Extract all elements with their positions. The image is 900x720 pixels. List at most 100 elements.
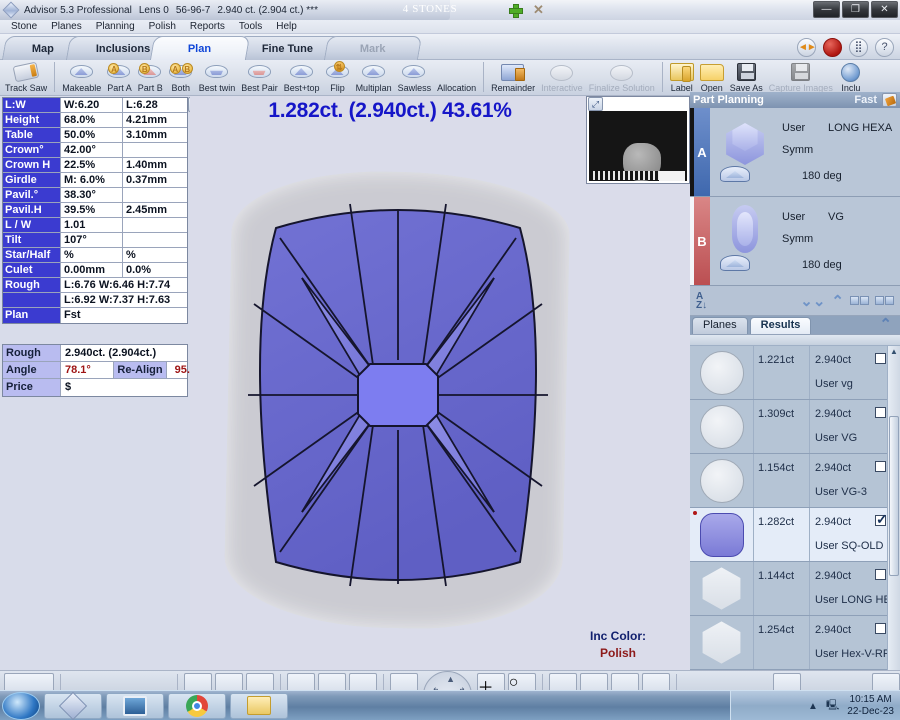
tab-results[interactable]: Results xyxy=(749,317,812,334)
list-item[interactable]: 1.154ct 2.940ct User VG-3 xyxy=(690,454,900,508)
toolbar-best-pair[interactable]: Best Pair xyxy=(238,60,281,96)
result-checkbox[interactable] xyxy=(875,511,888,528)
table-row[interactable]: Height 68.0% 4.21mm xyxy=(3,113,187,128)
clock-time: 10:15 AM xyxy=(849,694,892,705)
toolbar-capture-images[interactable]: Capture Images xyxy=(766,60,836,96)
scrollbar-thumb[interactable] xyxy=(889,416,899,576)
table-row[interactable]: Crown° 42.00° xyxy=(3,143,187,158)
table-row[interactable]: Crown H 22.5% 1.40mm xyxy=(3,158,187,173)
table-row[interactable]: Plan Fst xyxy=(3,308,187,323)
table-row[interactable]: L / W 1.01 xyxy=(3,218,187,233)
maximize-button[interactable]: ❐ xyxy=(842,1,869,18)
taskbar-advisor[interactable] xyxy=(44,691,102,720)
table-row[interactable]: L:6.92 W:7.37 H:7.63 xyxy=(3,293,187,308)
table-row[interactable]: L:W W:6.20 L:6.28 xyxy=(3,98,187,113)
results-sortbar: A Z↓ ⌄⌄ ⌃ xyxy=(690,286,900,316)
record-button[interactable] xyxy=(823,38,842,57)
windows-start-icon[interactable] xyxy=(2,691,40,720)
taskbar-explorer[interactable] xyxy=(230,692,288,719)
menu-item-planning[interactable]: Planning xyxy=(89,20,142,33)
close-button[interactable]: ✕ xyxy=(871,1,898,18)
toolbar-part-b[interactable]: B Part B xyxy=(135,60,166,96)
result-checkbox[interactable] xyxy=(875,569,886,580)
tab-planes[interactable]: Planes xyxy=(692,317,748,334)
toolbar-finalize-label: Finalize Solution xyxy=(588,83,655,93)
part-planning-row-b[interactable]: B User VG Symm 180 deg xyxy=(690,197,900,286)
menu-item-polish[interactable]: Polish xyxy=(142,20,183,33)
gem-3d-viewport[interactable]: 1.282ct. (2.940ct.) 43.61% Inc Color: Po… xyxy=(190,96,690,670)
toolbar-save-as[interactable]: Save As xyxy=(727,60,766,96)
taskbar-clock[interactable]: 10:15 AM 22-Dec-23 xyxy=(847,694,894,718)
close-tab-icon[interactable]: ✕ xyxy=(533,3,544,16)
result-checkbox[interactable] xyxy=(875,623,886,634)
chevron-up-icon[interactable]: ▲ xyxy=(808,701,818,712)
toolbar-sawless[interactable]: Sawless xyxy=(395,60,435,96)
taskbar-chrome[interactable] xyxy=(168,692,226,719)
toolbar-finalize-solution[interactable]: Finalize Solution xyxy=(586,60,658,96)
toolbar-allocation[interactable]: Allocation xyxy=(434,60,479,96)
thumbnail xyxy=(690,616,754,669)
list-item[interactable]: 1.144ct 2.940ct User LONG HE xyxy=(690,562,900,616)
wand-icon[interactable] xyxy=(882,93,897,107)
results-scrollbar[interactable]: ▲ ▼ xyxy=(887,346,900,684)
result-checkbox[interactable] xyxy=(875,407,886,418)
network-icon[interactable]: 🖳 xyxy=(826,698,839,715)
menu-item-stone[interactable]: Stone xyxy=(4,20,44,33)
toolbar-both[interactable]: AB Both xyxy=(166,60,196,96)
toolbar-label[interactable]: Label xyxy=(667,60,697,96)
menu-item-tools[interactable]: Tools xyxy=(232,20,269,33)
help-icon[interactable]: ? xyxy=(875,38,894,57)
toolbar-part-a[interactable]: A Part A xyxy=(104,60,135,96)
param-key: Crown° xyxy=(3,143,61,157)
result-carat: 1.309ct xyxy=(754,400,810,453)
chevron-up-icon[interactable]: ⌃ xyxy=(831,292,844,310)
table-row[interactable]: Star/Half%% xyxy=(3,248,187,263)
menu-item-reports[interactable]: Reports xyxy=(183,20,232,33)
tab-plan[interactable]: Plan xyxy=(149,36,251,60)
list-item[interactable]: 1.309ct 2.940ct User VG xyxy=(690,400,900,454)
taskbar-scanner[interactable] xyxy=(106,692,164,719)
list-item[interactable]: 1.254ct 2.940ct User Hex-V-RF xyxy=(690,616,900,670)
table-row[interactable]: Culet 0.00mm 0.0% xyxy=(3,263,187,278)
sort-az-icon[interactable]: A Z↓ xyxy=(696,291,707,310)
toolbar-best-twin[interactable]: Best twin xyxy=(196,60,239,96)
toolbar-flip[interactable]: ⇅ Flip xyxy=(323,60,353,96)
inc-color-readout: Inc Color: Polish xyxy=(590,628,646,662)
toolbar-best-top[interactable]: Best+top xyxy=(281,60,323,96)
chevron-down-icon[interactable]: ⌄⌄ xyxy=(800,292,825,310)
expand-preview-icon[interactable]: ⤢ xyxy=(588,97,603,111)
add-tab-icon[interactable] xyxy=(509,4,523,18)
check-list-icon[interactable] xyxy=(850,296,869,305)
table-row[interactable]: Tilt 107° xyxy=(3,233,187,248)
toolbar-track-saw[interactable]: Track Saw xyxy=(2,60,50,96)
result-checkbox[interactable] xyxy=(875,461,886,472)
table-row[interactable]: Table 50.0% 3.10mm xyxy=(3,128,187,143)
grid-icon[interactable]: ⣿ xyxy=(849,38,868,57)
scan-preview-window[interactable]: ⤢ xyxy=(586,96,690,184)
toolbar-makeable[interactable]: Makeable xyxy=(59,60,104,96)
tab-mark[interactable]: Mark xyxy=(323,36,423,60)
prev-next-icon[interactable]: ◄► xyxy=(797,38,817,57)
part-planning-row-a[interactable]: A User LONG HEXA Symm 180 deg xyxy=(690,108,900,197)
toolbar-multiplan[interactable]: Multiplan xyxy=(353,60,395,96)
list-item-selected[interactable]: 1.282ct 2.940ct User SQ-OLD xyxy=(690,508,900,562)
toolbar-open[interactable]: Open xyxy=(697,60,727,96)
list-item[interactable]: 1.221ct 2.940ct User vg xyxy=(690,346,900,400)
toolbar-remainder[interactable]: Remainder xyxy=(488,60,538,96)
expand-all-icon[interactable] xyxy=(875,296,894,305)
table-row[interactable]: Pavil.H 39.5% 2.45mm xyxy=(3,203,187,218)
table-row[interactable]: Rough L:6.76 W:6.46 H:7.74 xyxy=(3,278,187,293)
menu-item-planes[interactable]: Planes xyxy=(44,20,89,33)
document-tab-title[interactable]: 4 STONES xyxy=(360,3,500,15)
menu-item-help[interactable]: Help xyxy=(269,20,304,33)
scroll-up-icon[interactable]: ▲ xyxy=(889,347,899,358)
thumbnail xyxy=(690,562,754,615)
toolbar-inclu[interactable]: Inclu xyxy=(836,60,866,96)
realign-button[interactable]: Re-Align xyxy=(113,362,167,378)
toolbar-interactive[interactable]: Interactive xyxy=(538,60,586,96)
chevron-up-icon[interactable]: ⌃ xyxy=(879,315,892,333)
minimize-button[interactable]: — xyxy=(813,1,840,18)
table-row[interactable]: Pavil.° 38.30° xyxy=(3,188,187,203)
table-row[interactable]: Girdle M: 6.0% 0.37mm xyxy=(3,173,187,188)
result-checkbox[interactable] xyxy=(875,353,886,364)
